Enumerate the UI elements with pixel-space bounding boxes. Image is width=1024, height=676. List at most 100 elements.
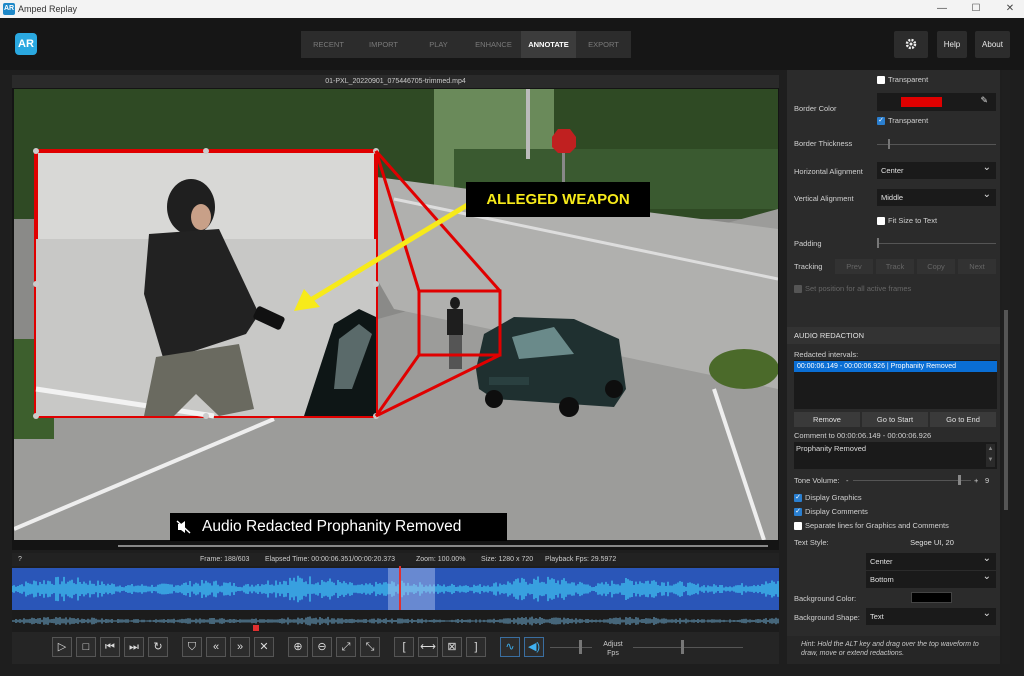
separate-lines-checkbox[interactable]: Separate lines for Graphics and Comments <box>794 521 949 531</box>
padding-slider[interactable] <box>877 243 996 244</box>
background-color-swatch[interactable] <box>911 592 952 603</box>
fps-handle[interactable] <box>681 640 684 654</box>
comment-textarea[interactable]: Prophanity Removed <box>794 442 997 469</box>
fit-all-icon[interactable]: ⊠ <box>442 637 462 657</box>
fit-size-checkbox[interactable]: Fit Size to Text <box>877 216 937 226</box>
border-color-swatch <box>901 97 942 107</box>
tab-annotate[interactable]: ANNOTATE <box>521 31 576 58</box>
video-scrollbar[interactable] <box>118 545 768 547</box>
fast-forward-icon[interactable]: » <box>230 637 250 657</box>
redacted-intervals-list: 00:00:06.149 - 00:00:06.926 | Prophanity… <box>794 360 997 409</box>
text-horizontal-select[interactable]: Center <box>866 550 996 570</box>
mark-out-icon[interactable]: ] <box>466 637 486 657</box>
tab-enhance[interactable]: ENHANCE <box>466 31 521 58</box>
fit-selection-icon[interactable]: ⟷ <box>418 637 438 657</box>
main-tabs: RECENT IMPORT PLAY ENHANCE ANNOTATE EXPO… <box>301 31 631 58</box>
file-name-bar: 01-PXL_20220901_075446705-trimmed.mp4 <box>12 75 779 88</box>
tone-volume-minus[interactable]: - <box>846 476 849 485</box>
prev-frame-icon[interactable]: ⏮ <box>100 637 120 657</box>
comment-scroll-icon[interactable]: ▲ ▼ <box>986 444 995 467</box>
border-thickness-slider[interactable] <box>877 144 996 145</box>
shrink-icon[interactable]: ⤡ <box>360 637 380 657</box>
title-bar: AR Amped Replay — ☐ ✕ <box>0 0 1024 18</box>
play-icon[interactable]: ▷ <box>52 637 72 657</box>
loop-icon[interactable]: ↻ <box>148 637 168 657</box>
tab-recent[interactable]: RECENT <box>301 31 356 58</box>
volume-handle[interactable] <box>579 640 582 654</box>
background-shape-select[interactable]: Text <box>866 605 996 625</box>
tone-volume-plus[interactable]: + <box>974 476 978 485</box>
tracking-copy-button[interactable]: Copy <box>917 259 955 274</box>
text-vertical-select[interactable]: Bottom <box>866 568 996 588</box>
text-style-button[interactable]: Segoe UI, 20 <box>868 534 996 551</box>
bookmark-icon[interactable]: ⛉ <box>182 637 202 657</box>
tab-import[interactable]: IMPORT <box>356 31 411 58</box>
set-position-checkbox[interactable]: Set position for all active frames <box>794 284 911 294</box>
stop-icon[interactable]: □ <box>76 637 96 657</box>
volume-icon[interactable]: ◀) <box>524 637 544 657</box>
border-color-picker[interactable]: ✎ <box>877 93 996 111</box>
tab-play[interactable]: PLAY <box>411 31 466 58</box>
go-to-start-button[interactable]: Go to Start <box>862 412 928 427</box>
border-thickness-handle[interactable] <box>888 139 890 149</box>
audio-redaction-header[interactable]: AUDIO REDACTION <box>787 327 1000 344</box>
settings-button[interactable] <box>894 31 928 58</box>
gear-icon <box>905 38 917 50</box>
maximize-icon[interactable]: ☐ <box>966 2 986 16</box>
video-frame[interactable] <box>14 89 778 540</box>
redaction-region[interactable] <box>388 568 435 610</box>
audio-caption: Audio Redacted Prophanity Removed <box>170 513 507 541</box>
tracking-next-button[interactable]: Next <box>958 259 996 274</box>
waveform-icon[interactable]: ∿ <box>500 637 520 657</box>
tone-volume-handle[interactable] <box>958 475 961 485</box>
mark-in-icon[interactable]: [ <box>394 637 414 657</box>
transparent-checkbox-2[interactable]: ✓ Transparent <box>877 116 928 126</box>
hint-text: Hint: Hold the ALT key and drag over the… <box>787 636 1000 664</box>
playback-fps: Playback Fps: 29.5972 <box>545 556 617 563</box>
caption-text: Audio Redacted Prophanity Removed <box>202 518 462 535</box>
mute-icon <box>176 520 191 534</box>
vertical-alignment-select[interactable]: Middle <box>877 186 996 206</box>
display-graphics-checkbox[interactable]: ✓ Display Graphics <box>794 493 862 503</box>
close-icon[interactable]: ✕ <box>1000 2 1020 16</box>
rewind-icon[interactable]: « <box>206 637 226 657</box>
zoom-in-icon[interactable]: ⊕ <box>288 637 308 657</box>
display-comments-checkbox[interactable]: ✓ Display Comments <box>794 507 868 517</box>
about-button[interactable]: About <box>975 31 1010 58</box>
go-to-end-button[interactable]: Go to End <box>930 412 996 427</box>
playhead[interactable] <box>399 566 401 610</box>
remove-button[interactable]: Remove <box>794 412 860 427</box>
help-button[interactable]: Help <box>937 31 967 58</box>
eyedropper-icon[interactable]: ✎ <box>980 95 988 106</box>
elapsed-time: Elapsed Time: 00:00:06.351/00:00:20.373 <box>265 556 395 563</box>
tracking-track-button[interactable]: Track <box>876 259 914 274</box>
horizontal-alignment-select[interactable]: Center <box>877 159 996 179</box>
volume-slider[interactable] <box>550 647 592 648</box>
app-logo: AR <box>15 33 37 55</box>
remove-icon[interactable]: ✕ <box>254 637 274 657</box>
next-frame-icon[interactable]: ⏭ <box>124 637 144 657</box>
tracking-prev-button[interactable]: Prev <box>835 259 873 274</box>
status-bar: ? Frame: 188/603 Elapsed Time: 00:00:06.… <box>12 553 779 566</box>
tone-volume-value: 9 <box>985 476 990 485</box>
bottom-waveform[interactable] <box>11 610 779 632</box>
tracking-label: Tracking <box>794 262 823 271</box>
transparent-checkbox-1[interactable]: Transparent <box>877 75 928 85</box>
border-color-label: Border Color <box>794 104 837 113</box>
fit-icon[interactable]: ⤢ <box>336 637 356 657</box>
interval-item[interactable]: 00:00:06.149 - 00:00:06.926 | Prophanity… <box>794 361 997 372</box>
frame-counter: Frame: 188/603 <box>200 556 250 563</box>
minimize-icon[interactable]: — <box>932 2 952 16</box>
padding-handle[interactable] <box>877 238 879 248</box>
frame-size: Size: 1280 x 720 <box>481 556 534 563</box>
adjust-fps-label: Adjust Fps <box>603 641 623 657</box>
border-thickness-label: Border Thickness <box>794 139 853 148</box>
panel-scroll-thumb[interactable] <box>1004 310 1008 510</box>
vertical-alignment-label: Vertical Alignment <box>794 194 854 203</box>
zoom-out-icon[interactable]: ⊖ <box>312 637 332 657</box>
background-shape-label: Background Shape: <box>794 613 860 622</box>
fps-slider[interactable] <box>633 647 743 648</box>
tone-volume-slider[interactable] <box>853 480 971 481</box>
annotation-label[interactable]: ALLEGED WEAPON <box>466 182 650 217</box>
tab-export[interactable]: EXPORT <box>576 31 631 58</box>
